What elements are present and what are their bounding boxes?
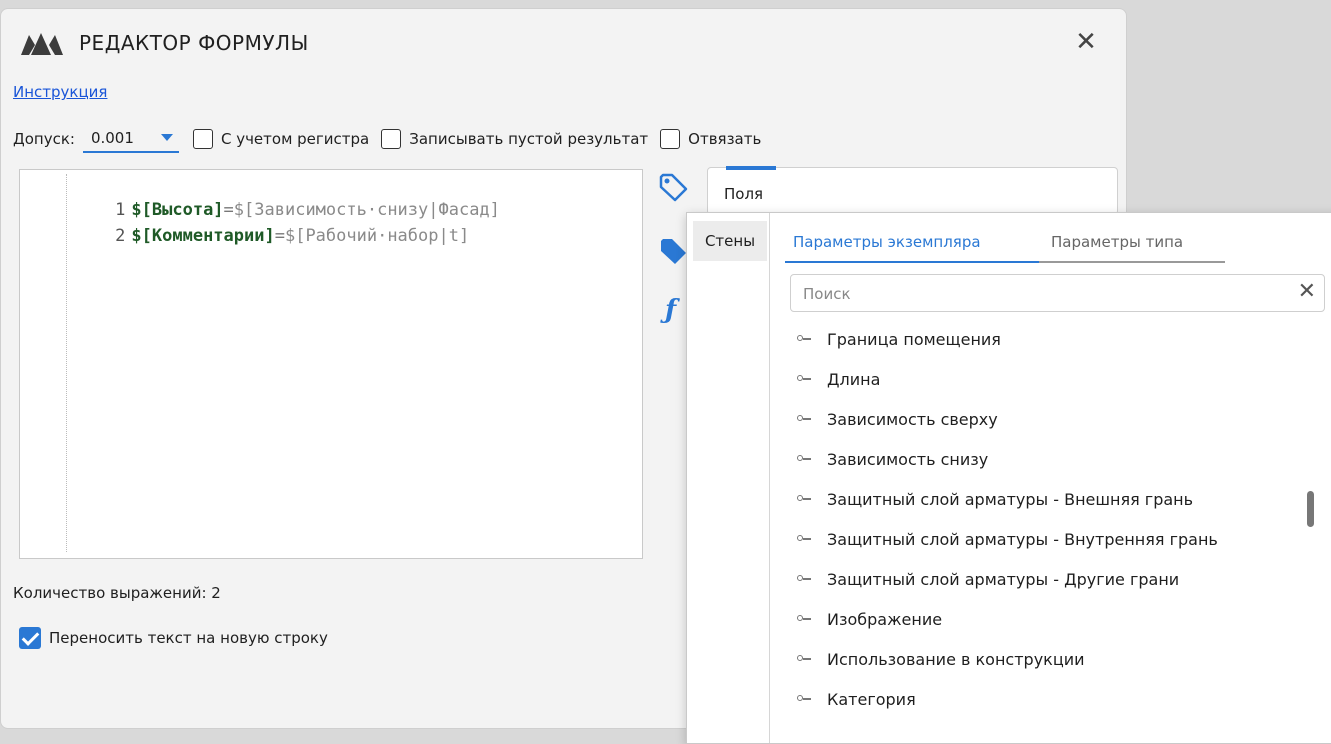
case-sensitive-option[interactable]: С учетом регистра	[192, 129, 370, 149]
active-tab-indicator	[785, 261, 1039, 263]
tab-instance-parameters[interactable]: Параметры экземпляра	[793, 233, 981, 251]
scrollbar-thumb[interactable]	[1307, 491, 1314, 527]
list-item[interactable]: Зависимость снизу	[797, 439, 1317, 479]
options-toolbar: Допуск: 0.001 С учетом регистра Записыва…	[13, 124, 773, 154]
list-item-label: Длина	[827, 369, 881, 389]
write-empty-option[interactable]: Записывать пустой результат	[381, 129, 648, 149]
write-empty-label: Записывать пустой результат	[409, 130, 649, 148]
case-sensitive-checkbox[interactable]	[192, 129, 213, 149]
category-list: Стены	[687, 213, 770, 743]
write-empty-checkbox[interactable]	[381, 129, 402, 149]
case-sensitive-label: С учетом регистра	[220, 130, 370, 148]
search-input[interactable]: Поиск	[803, 285, 851, 303]
wrap-text-checkbox[interactable]	[19, 627, 41, 649]
key-icon	[797, 615, 811, 622]
parameter-list: Граница помещения Длина Зависимость свер…	[797, 319, 1317, 719]
function-icon[interactable]: ƒ	[665, 295, 676, 325]
key-icon	[797, 375, 811, 382]
list-item-label: Зависимость снизу	[827, 449, 989, 469]
list-item[interactable]: Зависимость сверху	[797, 399, 1317, 439]
formula-editor[interactable]: 1 $[Высота]=$[Зависимость·снизу|Фасад] 2 $…	[19, 169, 643, 559]
tab-type-parameters[interactable]: Параметры типа	[1051, 233, 1183, 251]
unbind-label: Отвязать	[688, 130, 762, 148]
key-icon	[797, 495, 811, 502]
tolerance-dropdown[interactable]: 0.001	[82, 125, 179, 153]
parameter-tabs: Параметры экземпляра Параметры типа	[785, 223, 1225, 263]
list-item-label: Защитный слой арматуры - Другие грани	[827, 569, 1180, 589]
tolerance-value: 0.001	[90, 129, 134, 147]
expression-count: Количество выражений: 2	[13, 584, 221, 602]
list-item-label: Защитный слой арматуры - Внутренняя гран…	[827, 529, 1218, 549]
list-item-label: Использование в конструкции	[827, 649, 1085, 669]
parameter-picker-popup: Стены Параметры экземпляра Параметры тип…	[686, 212, 1331, 744]
line-number: 2	[115, 226, 126, 246]
list-item[interactable]: Длина	[797, 359, 1317, 399]
list-item[interactable]: Изображение	[797, 599, 1317, 639]
key-icon	[797, 335, 811, 342]
list-item[interactable]: Граница помещения	[797, 319, 1317, 359]
list-item[interactable]: Использование в конструкции	[797, 639, 1317, 679]
wrap-text-option[interactable]: Переносить текст на новую строку	[19, 627, 328, 649]
list-item-label: Зависимость сверху	[827, 409, 998, 429]
list-item[interactable]: Защитный слой арматуры - Внешняя грань	[797, 479, 1317, 519]
unbind-option[interactable]: Отвязать	[660, 129, 761, 149]
wrap-text-label: Переносить текст на новую строку	[49, 629, 328, 647]
source-reference: $[Рабочий·набор|t]	[284, 226, 470, 246]
key-icon	[797, 695, 811, 702]
close-icon[interactable]: ✕	[1071, 27, 1101, 57]
code-line: 2 $[Комментарии]=$[Рабочий·набор|t]	[30, 206, 469, 266]
list-item-label: Категория	[827, 689, 916, 709]
window-title: РЕДАКТОР ФОРМУЛЫ	[79, 31, 309, 55]
list-item[interactable]: Защитный слой арматуры - Другие грани	[797, 559, 1317, 599]
unbind-checkbox[interactable]	[660, 129, 681, 149]
app-logo-icon	[21, 33, 63, 55]
list-item-label: Изображение	[827, 609, 943, 629]
target-variable: $[Комментарии]	[131, 226, 275, 246]
chevron-down-icon	[160, 134, 173, 141]
key-icon	[797, 575, 811, 582]
list-item[interactable]: Категория	[797, 679, 1317, 719]
category-item-walls[interactable]: Стены	[693, 221, 767, 261]
key-icon	[797, 535, 811, 542]
list-item-label: Граница помещения	[827, 329, 1001, 349]
equals-sign: =	[274, 226, 285, 246]
fields-label: Поля	[724, 185, 764, 203]
fields-panel[interactable]: Поля	[707, 166, 1118, 215]
list-item[interactable]: Защитный слой арматуры - Внутренняя гран…	[797, 519, 1317, 559]
title-bar: РЕДАКТОР ФОРМУЛЫ ✕	[1, 9, 1126, 71]
instruction-link[interactable]: Инструкция	[13, 83, 107, 101]
tolerance-label: Допуск:	[13, 130, 75, 148]
fields-tab-indicator	[726, 166, 776, 170]
clear-search-icon[interactable]: ✕	[1298, 279, 1316, 304]
list-item-label: Защитный слой арматуры - Внешняя грань	[827, 489, 1194, 509]
parameter-search[interactable]: Поиск ✕	[790, 274, 1325, 312]
key-icon	[797, 415, 811, 422]
key-icon	[797, 455, 811, 462]
key-icon	[797, 655, 811, 662]
tag-outline-icon[interactable]	[655, 169, 691, 205]
